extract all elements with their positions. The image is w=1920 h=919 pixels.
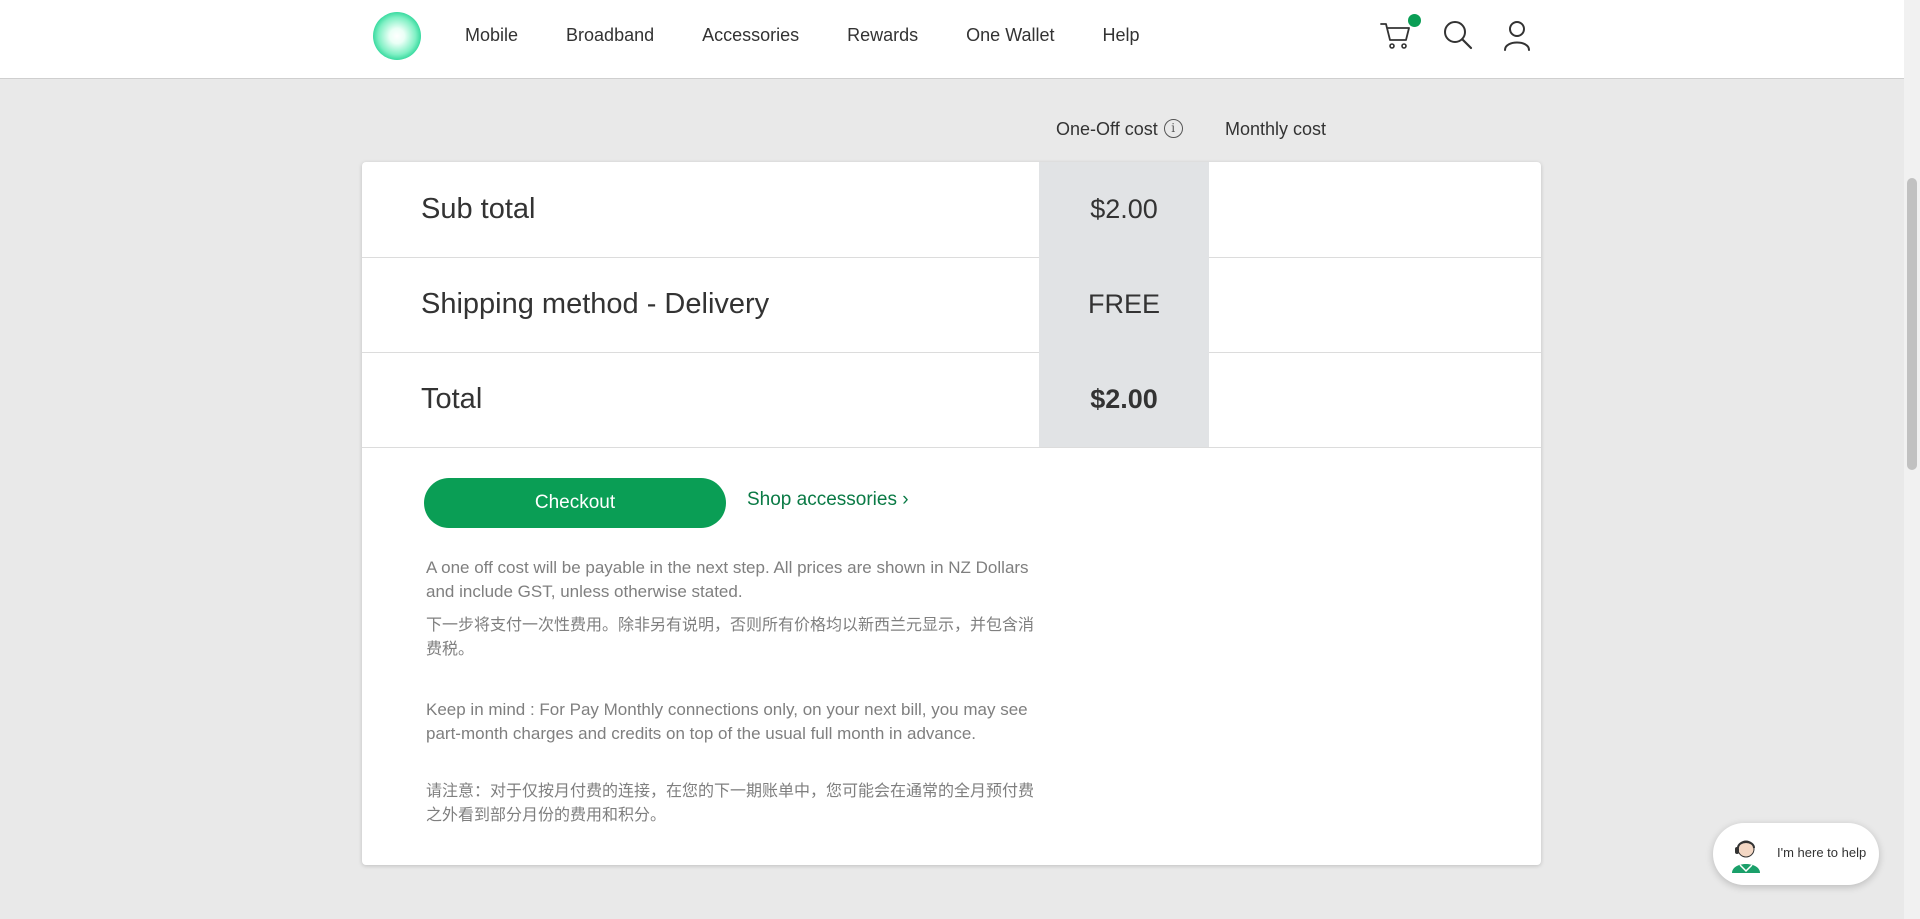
keep-in-mind-english: Keep in mind : For Pay Monthly connectio… bbox=[426, 700, 1028, 743]
page-scrollbar-thumb[interactable] bbox=[1907, 178, 1917, 470]
cost-note-chinese: 下一步将支付一次性费用。除非另有说明，否则所有价格均以新西兰元显示，并包含消费税… bbox=[426, 615, 1035, 658]
subtotal-label: Sub total bbox=[421, 193, 536, 225]
order-summary-card: Sub total $2.00 Shipping method - Delive… bbox=[362, 162, 1541, 865]
account-icon[interactable] bbox=[1500, 18, 1534, 52]
total-one-off-value: $2.00 bbox=[1039, 352, 1209, 447]
keep-in-mind-chinese: 请注意：对于仅按月付费的连接，在您的下一期账单中，您可能会在通常的全月预付费之外… bbox=[426, 781, 1035, 824]
nav-accessories[interactable]: Accessories bbox=[702, 22, 799, 48]
search-icon[interactable] bbox=[1441, 18, 1475, 52]
total-row: Total $2.00 bbox=[362, 352, 1541, 448]
top-navigation-bar: Mobile Broadband Accessories Rewards One… bbox=[0, 0, 1904, 79]
nav-one-wallet[interactable]: One Wallet bbox=[966, 22, 1054, 48]
shipping-label: Shipping method - Delivery bbox=[421, 288, 770, 320]
total-label: Total bbox=[421, 383, 483, 415]
brand-logo[interactable] bbox=[373, 12, 421, 60]
shipping-row: Shipping method - Delivery FREE bbox=[362, 257, 1541, 353]
main-nav: Mobile Broadband Accessories Rewards One… bbox=[465, 22, 1188, 48]
chat-help-widget[interactable]: I'm here to help bbox=[1713, 823, 1879, 885]
chat-agent-avatar-icon bbox=[1732, 840, 1760, 873]
info-icon[interactable]: i bbox=[1163, 118, 1183, 138]
subtotal-row: Sub total $2.00 bbox=[362, 162, 1541, 258]
nav-help[interactable]: Help bbox=[1103, 22, 1140, 48]
checkout-button[interactable]: Checkout bbox=[424, 478, 726, 528]
cart-badge-dot bbox=[1408, 14, 1421, 27]
nav-rewards[interactable]: Rewards bbox=[847, 22, 918, 48]
cost-note-english: A one off cost will be payable in the ne… bbox=[426, 558, 1029, 601]
chat-help-label: I'm here to help bbox=[1777, 845, 1867, 860]
nav-mobile[interactable]: Mobile bbox=[465, 22, 518, 48]
one-off-cost-label: One-Off cost bbox=[1056, 119, 1158, 139]
shop-accessories-label: Shop accessories bbox=[747, 489, 897, 510]
chevron-right-icon: › bbox=[902, 489, 909, 510]
nav-broadband[interactable]: Broadband bbox=[566, 22, 654, 48]
subtotal-one-off-value: $2.00 bbox=[1039, 162, 1209, 257]
shipping-one-off-value: FREE bbox=[1039, 257, 1209, 352]
one-off-cost-header: One-Off cost i bbox=[1056, 118, 1183, 140]
shop-accessories-link[interactable]: Shop accessories › bbox=[747, 489, 909, 511]
monthly-cost-header: Monthly cost bbox=[1225, 119, 1327, 139]
